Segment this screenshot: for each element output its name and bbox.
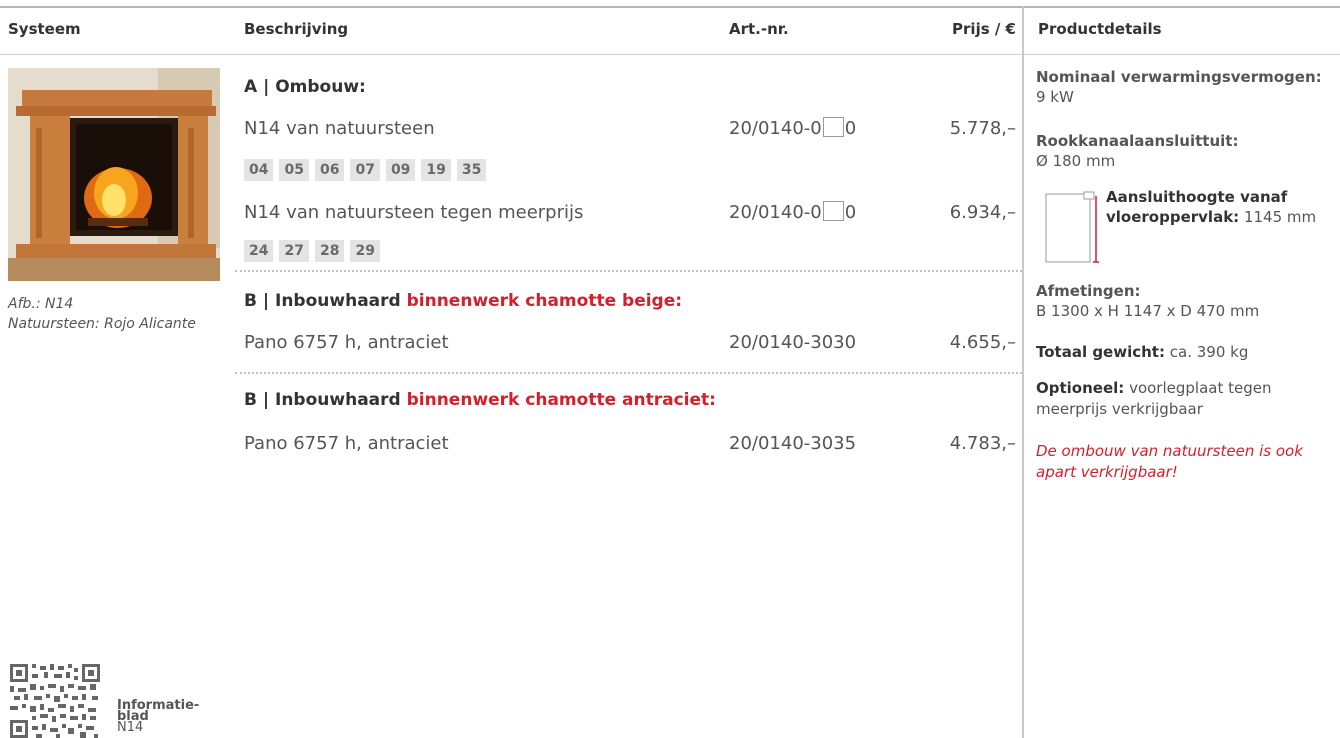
dimensions-value: B 1300 x H 1147 x D 470 mm [1036,302,1260,320]
dotted-divider [235,372,1022,374]
stone-code-chip: 05 [279,159,309,181]
section-a-row1-price: 5.778,– [949,118,1016,139]
dimensions-block: Afmetingen: B 1300 x H 1147 x D 470 mm [1036,281,1336,321]
image-caption-model: Afb.: N14 [8,296,74,312]
fireplace-photo [8,68,220,281]
flue-value: Ø 180 mm [1036,152,1116,170]
stone-code-chip: 07 [350,159,380,181]
header-system: Systeem [8,20,81,38]
header-price: Prijs / € [952,20,1016,38]
stone-code-chip: 27 [279,240,309,262]
header-product-details: Productdetails [1038,20,1162,38]
section-b1-title: B | Inbouwhaard binnenwerk chamotte beig… [244,291,683,311]
section-b1-desc: Pano 6757 h, antraciet [244,332,449,353]
weight-label: Totaal gewicht: [1036,343,1165,361]
stone-code-chip: 28 [314,240,345,262]
section-a-row1-desc: N14 van natuursteen [244,118,435,139]
separate-availability-note: De ombouw van natuursteen is ook apart v… [1036,442,1303,481]
stone-code-chip: 04 [244,159,274,181]
qr-label: Informatie- blad N14 [117,699,199,735]
section-a-row1-article: 20/0140-0 0 [729,117,857,139]
header-rule-details [1024,54,1340,55]
header-article-number: Art.-nr. [729,20,789,38]
section-a-row2-desc: N14 van natuursteen tegen meerprijs [244,202,584,223]
qr-label-line3: N14 [117,720,144,735]
dotted-divider [235,270,1022,272]
height-block: Aansluithoogte vanaf vloeroppervlak: 114… [1106,187,1338,227]
top-rule [0,6,1340,8]
connection-height-diagram-icon [1040,191,1100,263]
column-divider [1022,6,1024,738]
section-b2-desc: Pano 6757 h, antraciet [244,433,449,454]
article-code-box [822,117,844,137]
section-a-codes-2: 24 27 28 29 [244,240,380,262]
qr-code [10,664,100,738]
section-b1-article: 20/0140-3030 [729,332,857,353]
header-description: Beschrijving [244,20,349,38]
heat-output-label: Nominaal verwarmingsvermogen: [1036,68,1322,86]
weight-block: Totaal gewicht: ca. 390 kg [1036,342,1336,362]
stone-code-chip: 35 [456,159,487,181]
note-block: De ombouw van natuursteen is ook apart v… [1036,441,1321,483]
stone-code-chip: 09 [385,159,416,181]
section-a-row2-article: 20/0140-0 0 [729,201,857,223]
section-a-title: A | Ombouw: [244,77,366,97]
flue-label: Rookkanaalaansluittuit: [1036,132,1239,150]
section-b2-price: 4.783,– [949,433,1016,454]
section-b2-article: 20/0140-3035 [729,433,857,454]
header-rule [0,54,1022,55]
stone-code-chip: 19 [421,159,451,181]
height-value: 1145 mm [1243,208,1317,226]
dimensions-label: Afmetingen: [1036,282,1141,300]
heat-output-value: 9 kW [1036,88,1074,106]
article-code-box [822,201,844,221]
stone-code-chip: 24 [244,240,274,262]
section-b1-price: 4.655,– [949,332,1016,353]
weight-value: ca. 390 kg [1169,343,1249,361]
section-b2-title: B | Inbouwhaard binnenwerk chamotte antr… [244,390,716,410]
section-a-codes-1: 04 05 06 07 09 19 35 [244,159,487,181]
product-details: Nominaal verwarmingsvermogen: 9 kW [1036,67,1336,107]
section-a-row2-price: 6.934,– [949,202,1016,223]
image-caption-stone: Natuursteen: Rojo Alicante [8,316,196,332]
stone-code-chip: 06 [314,159,345,181]
optional-label: Optioneel: [1036,379,1125,397]
stone-code-chip: 29 [350,240,380,262]
optional-block: Optioneel: voorlegplaat tegen meerprijs … [1036,378,1316,420]
flue-block: Rookkanaalaansluittuit: Ø 180 mm [1036,131,1336,171]
